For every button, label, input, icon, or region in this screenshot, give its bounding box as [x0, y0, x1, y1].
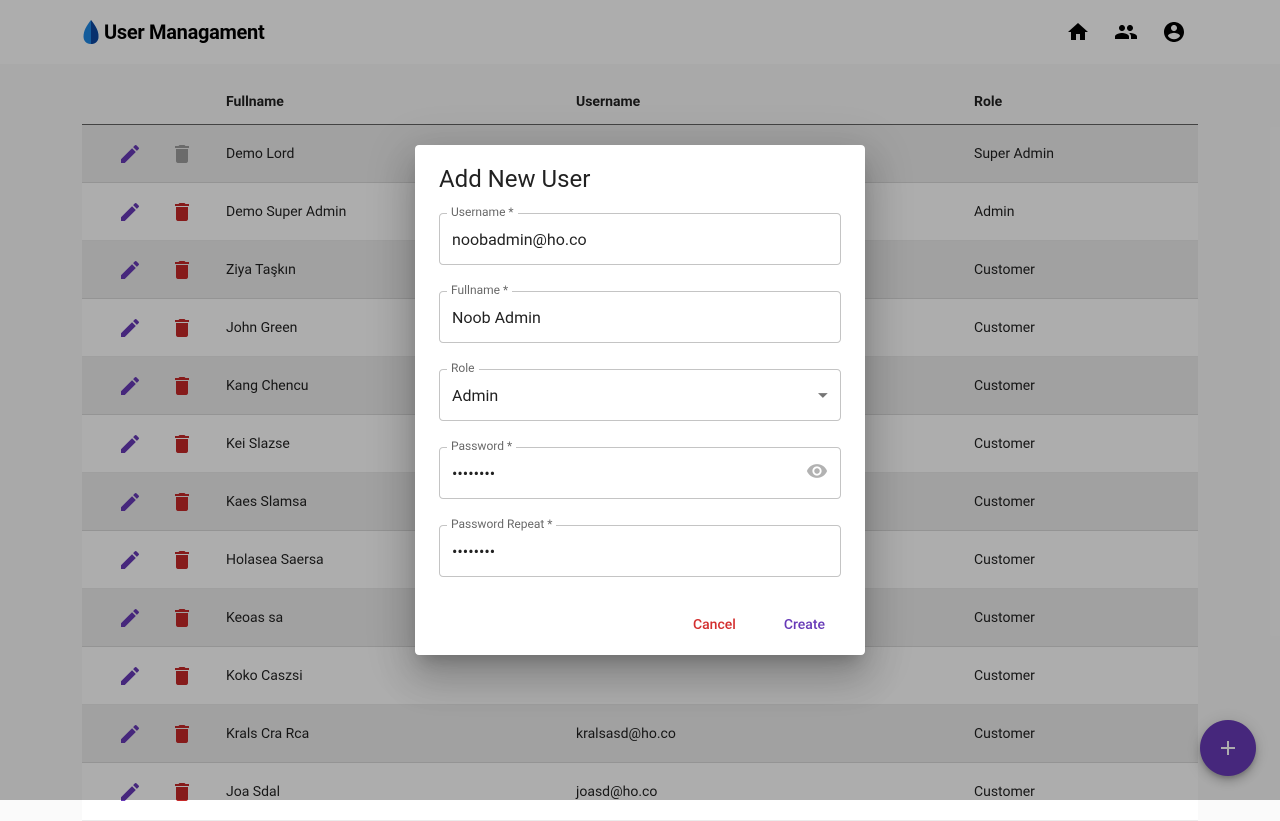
field-fullname: Fullname * — [439, 291, 841, 343]
label-username: Username * — [447, 205, 518, 219]
password-input[interactable] — [452, 464, 806, 483]
add-user-dialog: Add New User Username * Fullname * Role … — [415, 145, 865, 655]
label-password: Password * — [447, 439, 516, 453]
field-role: Role Admin — [439, 369, 841, 421]
toggle-password-visibility-icon[interactable] — [806, 460, 828, 486]
fullname-input[interactable] — [452, 308, 828, 327]
password-repeat-input[interactable] — [452, 542, 828, 561]
field-password-repeat: Password Repeat * — [439, 525, 841, 577]
create-button[interactable]: Create — [776, 611, 833, 639]
role-select[interactable]: Admin — [439, 369, 841, 421]
role-select-value: Admin — [452, 386, 818, 405]
field-password: Password * — [439, 447, 841, 499]
chevron-down-icon — [818, 393, 828, 398]
dialog-title: Add New User — [439, 165, 841, 193]
label-role: Role — [447, 361, 479, 375]
username-input[interactable] — [452, 230, 828, 249]
field-username: Username * — [439, 213, 841, 265]
cancel-button[interactable]: Cancel — [685, 611, 744, 639]
label-fullname: Fullname * — [447, 283, 512, 297]
label-password-repeat: Password Repeat * — [447, 517, 556, 531]
